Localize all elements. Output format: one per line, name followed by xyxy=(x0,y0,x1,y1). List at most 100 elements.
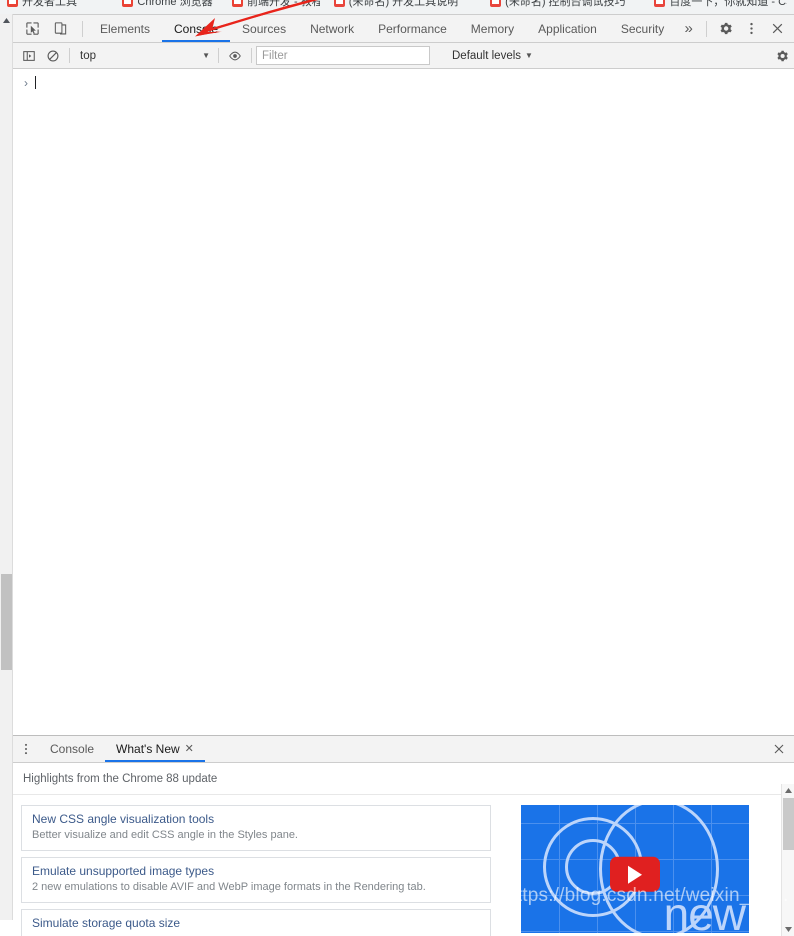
browser-tab[interactable]: 开发者工具 xyxy=(0,0,116,14)
console-sidebar-toggle-icon[interactable] xyxy=(17,45,41,67)
tab-favicon-icon xyxy=(333,0,345,7)
tab-performance[interactable]: Performance xyxy=(366,15,459,42)
devtools-right-icons xyxy=(701,15,794,42)
toolbar-divider xyxy=(251,48,252,63)
whats-new-media: new xyxy=(491,805,794,936)
toolbar-divider xyxy=(69,48,70,63)
browser-tab-title: (未命名) 控制台调试技巧 xyxy=(505,0,626,8)
scrollbar-thumb[interactable] xyxy=(783,798,794,850)
device-toolbar-icon[interactable] xyxy=(47,16,73,42)
tab-label: Application xyxy=(538,21,597,36)
page-scrollbar[interactable] xyxy=(0,14,13,920)
scroll-up-arrow-icon[interactable] xyxy=(782,784,794,797)
tab-favicon-icon xyxy=(490,0,502,7)
drawer-spacer xyxy=(205,736,764,762)
scroll-up-arrow-icon[interactable] xyxy=(0,14,13,27)
drawer-tab-console[interactable]: Console xyxy=(39,736,105,762)
log-levels-label: Default levels xyxy=(452,49,522,62)
tab-favicon-icon xyxy=(232,0,243,7)
execution-context-value: top xyxy=(80,49,96,62)
close-devtools-icon[interactable] xyxy=(764,16,790,42)
console-output-area[interactable]: › xyxy=(13,69,794,735)
devtools-tabbar: Elements Console Sources Network Perform… xyxy=(13,15,794,43)
settings-gear-icon[interactable] xyxy=(712,16,738,42)
tab-label: Memory xyxy=(470,21,515,36)
more-options-icon[interactable] xyxy=(738,16,764,42)
more-tools-icon[interactable] xyxy=(13,736,39,762)
browser-tab-strip: 开发者工具 Chrome 浏览器 前端开发 - 教程 (未命名) 开发工具说明 … xyxy=(0,0,794,14)
devtools-window: Elements Console Sources Network Perform… xyxy=(0,14,794,936)
scroll-down-arrow-icon[interactable] xyxy=(782,923,794,936)
chevron-down-icon: ▼ xyxy=(202,51,210,60)
tab-sources[interactable]: Sources xyxy=(230,15,298,42)
prompt-chevron-icon: › xyxy=(24,75,28,90)
tab-favicon-icon xyxy=(122,0,134,7)
drawer-tab-whats-new[interactable]: What's New ✕ xyxy=(105,736,205,762)
card-title[interactable]: New CSS angle visualization tools xyxy=(32,812,480,826)
clear-console-icon[interactable] xyxy=(41,45,65,67)
live-expression-eye-icon[interactable] xyxy=(223,45,247,67)
inspect-element-icon[interactable] xyxy=(19,16,45,42)
console-filter-input[interactable] xyxy=(256,46,430,65)
log-levels-select[interactable]: Default levels ▼ xyxy=(452,50,533,62)
execution-context-select[interactable]: top ▼ xyxy=(74,46,214,66)
devtools-toolbar-icons xyxy=(13,15,77,42)
drawer-tab-label: Console xyxy=(50,742,95,756)
browser-tab[interactable]: 前端开发 - 教程 xyxy=(225,0,327,14)
scrollbar-thumb[interactable] xyxy=(1,574,12,670)
card-title[interactable]: Emulate unsupported image types xyxy=(32,864,480,878)
tab-label: Console xyxy=(174,21,219,36)
browser-tab[interactable]: 百度一下，你就知道 - CSDN xyxy=(647,0,794,14)
console-prompt[interactable]: › xyxy=(13,73,794,92)
toolbar-divider xyxy=(218,48,219,63)
close-tab-icon[interactable]: ✕ xyxy=(185,743,194,755)
tab-label: Elements xyxy=(99,21,151,36)
drawer-tab-label: What's New xyxy=(116,742,180,756)
devtools-tab-list: Elements Console Sources Network Perform… xyxy=(88,15,701,42)
whats-new-subtitle: Highlights from the Chrome 88 update xyxy=(13,763,794,795)
drawer-tabbar: Console What's New ✕ xyxy=(13,736,794,763)
card-title[interactable]: Simulate storage quota size xyxy=(32,916,480,930)
tab-label: Network xyxy=(310,21,355,36)
whats-new-card[interactable]: Emulate unsupported image types 2 new em… xyxy=(21,857,491,904)
chevron-down-icon: ▼ xyxy=(525,51,533,60)
browser-tabs: 开发者工具 Chrome 浏览器 前端开发 - 教程 (未命名) 开发工具说明 … xyxy=(0,0,794,14)
whats-new-card[interactable]: New CSS angle visualization tools Better… xyxy=(21,805,491,852)
tab-favicon-icon xyxy=(7,0,18,7)
tab-console[interactable]: Console xyxy=(162,15,231,42)
browser-tab-title: Chrome 浏览器 xyxy=(137,0,213,8)
tab-favicon-icon xyxy=(654,0,666,7)
browser-tab-title: 开发者工具 xyxy=(22,0,77,8)
tab-label: Performance xyxy=(378,21,447,36)
browser-tab-title: (未命名) 开发工具说明 xyxy=(348,0,459,8)
text-cursor xyxy=(35,76,36,89)
whats-new-content: New CSS angle visualization tools Better… xyxy=(13,795,794,936)
devtools-drawer: Console What's New ✕ Highlights from the… xyxy=(13,735,794,936)
tab-network[interactable]: Network xyxy=(298,15,366,42)
tab-label: Sources xyxy=(242,21,287,36)
close-drawer-icon[interactable] xyxy=(764,736,794,762)
more-tabs-icon[interactable]: » xyxy=(676,15,701,42)
video-overlay-text: new xyxy=(663,888,746,933)
whats-new-card-list: New CSS angle visualization tools Better… xyxy=(21,805,491,936)
card-description: 2 new emulations to disable AVIF and Web… xyxy=(32,881,426,894)
tab-application[interactable]: Application xyxy=(526,15,609,42)
browser-tab[interactable]: (未命名) 开发工具说明 xyxy=(326,0,484,14)
browser-tab[interactable]: (未命名) 控制台调试技巧 xyxy=(483,0,648,14)
browser-tab[interactable]: Chrome 浏览器 xyxy=(115,0,225,14)
tab-elements[interactable]: Elements xyxy=(88,15,162,42)
card-description: Better visualize and edit CSS angle in t… xyxy=(32,829,298,841)
whats-new-card[interactable]: Simulate storage quota size xyxy=(21,909,491,936)
toolbar-divider xyxy=(706,20,707,37)
whats-new-scrollbar[interactable] xyxy=(781,784,794,936)
tab-label: Security xyxy=(620,21,665,36)
tab-memory[interactable]: Memory xyxy=(459,15,526,42)
whats-new-video-thumbnail[interactable]: new xyxy=(521,805,749,933)
console-toolbar: top ▼ Default levels ▼ xyxy=(13,43,794,69)
tab-security[interactable]: Security xyxy=(609,15,676,42)
browser-tab-title: 前端开发 - 教程 xyxy=(247,0,320,8)
browser-tab-title: 百度一下，你就知道 - CSDN xyxy=(669,0,787,8)
play-button-icon[interactable] xyxy=(610,856,660,892)
console-settings-gear-icon[interactable] xyxy=(770,45,794,67)
toolbar-divider xyxy=(82,20,83,37)
